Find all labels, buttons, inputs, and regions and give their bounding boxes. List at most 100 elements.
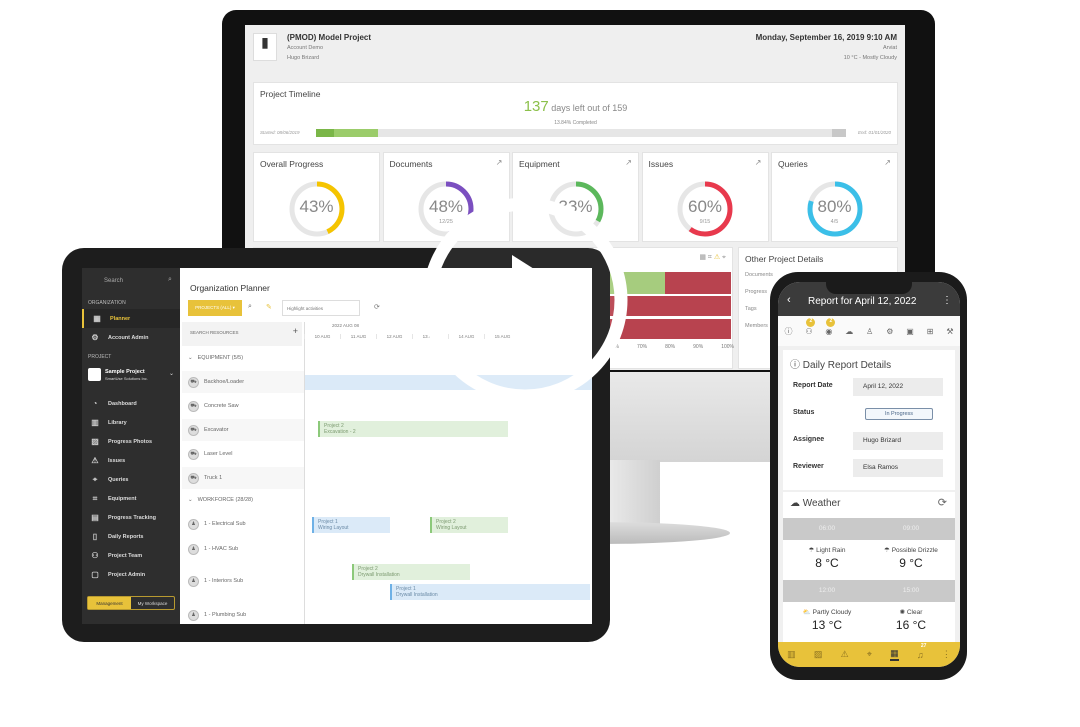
sidebar-item-project-admin[interactable]: ▢ Project Admin [82, 565, 180, 584]
gears-icon[interactable]: ⚙ [886, 327, 893, 336]
project-timeline-card: Project Timeline 137 days left out of 15… [253, 82, 898, 145]
weather-tab-icon[interactable]: ☁ [845, 327, 853, 336]
workforce-group-header[interactable]: ⌄ WORKFORCE (28/28) [182, 489, 304, 511]
person-icon[interactable]: ♙ [866, 327, 873, 336]
forecast-condition: Possible Drizzle [891, 547, 938, 554]
workforce-tab-icon[interactable]: ⚇ 2 [805, 317, 816, 336]
resource-row[interactable]: ⛟ Excavator [182, 419, 304, 441]
activity-bar[interactable]: Project 1 Drywall Installation [390, 584, 590, 600]
sidebar-item-planner[interactable]: ▦ Planner [82, 309, 180, 328]
tick-label: 80% [665, 344, 676, 350]
pin-icon[interactable]: ⌖ [867, 649, 872, 660]
sidebar-item-label: Daily Reports [108, 533, 144, 540]
resource-name: 1 - Interiors Sub [204, 578, 244, 584]
resource-row[interactable]: ♟ 1 - Electrical Sub [182, 513, 304, 535]
org-header: ORGANIZATION [88, 300, 126, 306]
add-icon[interactable]: + [293, 326, 298, 336]
management-button[interactable]: Management [88, 597, 131, 609]
sidebar-item-progress-tracking[interactable]: ▤ Progress Tracking [82, 508, 180, 527]
edit-icon[interactable]: ↗ [884, 158, 891, 167]
mode-toggle[interactable]: Management My Workspace [87, 596, 175, 610]
library-icon[interactable]: ▥ [787, 649, 796, 660]
notification-count: 27 [920, 642, 927, 649]
tracking-icon: ▤ [91, 513, 99, 522]
sidebar-item-library[interactable]: ▥ Library [82, 413, 180, 432]
weather-title: Weather [802, 498, 841, 509]
lock-icon: ▢ [91, 570, 99, 579]
edit-icon[interactable]: ↗ [625, 158, 632, 167]
resource-row[interactable]: ⛟ Concrete Saw [182, 395, 304, 417]
projects-filter-button[interactable]: PROJECTS (ALL) ▾ [188, 300, 242, 316]
calendar-icon[interactable]: ▦ [890, 648, 899, 661]
more-icon[interactable]: ⋮ [942, 649, 951, 660]
field-value[interactable]: Hugo Brizard [853, 432, 943, 450]
highlight-activities-input[interactable] [282, 300, 360, 316]
search-icon[interactable]: ⌕ [248, 303, 252, 311]
resource-row[interactable]: ⛟ Truck 1 [182, 467, 304, 489]
resource-row[interactable]: ⛟ Laser Level [182, 443, 304, 465]
status-badge[interactable]: In Progress [865, 408, 933, 420]
badge-icon[interactable]: ▣ [906, 327, 914, 336]
more-icon[interactable]: ⋮ [942, 295, 952, 306]
sidebar-item-equipment[interactable]: ⌗ Equipment [82, 489, 180, 508]
worker-icon[interactable]: ⚒ [946, 327, 953, 336]
edit-icon[interactable]: ↗ [755, 158, 762, 167]
bottom-nav[interactable]: ▥ ▨ ⚠ ⌖ ▦ ♫ 27 ⋮ [778, 642, 960, 667]
stat-card: Overall Progress 43% [253, 152, 380, 242]
bell-icon[interactable]: ♫ 27 [917, 643, 927, 660]
warning-icon[interactable]: ⚠ [841, 649, 849, 660]
equipment-group-header[interactable]: ⌄ EQUIPMENT (5/5) [182, 347, 304, 369]
person-icon: ♟ [188, 609, 199, 621]
sidebar-item-queries[interactable]: ⌖ Queries [82, 470, 180, 489]
activity-bar[interactable]: Project 2 Drywall Installation [352, 564, 470, 580]
sidebar-item-dashboard[interactable]: ◔ Dashboard [82, 394, 180, 413]
photo-icon: ▨ [91, 437, 99, 446]
equipment-icon: ⛟ [188, 376, 199, 388]
scan-icon: ⌗ [92, 493, 98, 503]
resource-row[interactable]: ⛟ Backhoe/Loader [182, 371, 304, 393]
refresh-icon[interactable]: ⟳ [374, 303, 380, 311]
firstaid-icon[interactable]: ⊞ [927, 327, 934, 336]
field-value[interactable]: April 12, 2022 [853, 378, 943, 396]
my-workspace-button[interactable]: My Workspace [131, 597, 174, 609]
week-label: 2022 AUG 08 [332, 323, 360, 328]
section-tabs[interactable]: ⓘ ⚇ 2 ◉ 2 ☁ ♙ ⚙ ▣ ⊞ ⚒ [778, 316, 960, 346]
bar-task: Wiring Layout [436, 525, 467, 531]
sidebar-item-account-admin[interactable]: ⚙ Account Admin [82, 328, 180, 347]
back-icon[interactable]: ‹ [787, 294, 791, 306]
play-button[interactable] [400, 178, 650, 428]
daily-report-screen: ‹ Report for April 12, 2022 ⋮ ⓘ ⚇ 2 ◉ 2 ☁ ♙… [778, 282, 960, 667]
sidebar-item-project-team[interactable]: ⚇ Project Team [82, 546, 180, 565]
field-value[interactable]: Elsa Ramos [853, 459, 943, 477]
visitors-tab-icon[interactable]: ◉ 2 [825, 317, 836, 336]
info-icon[interactable]: ⓘ [784, 326, 792, 337]
sidebar-item-daily-reports[interactable]: ▯ Daily Reports [82, 527, 180, 546]
activity-bar[interactable]: Project 1 Wiring Layout [312, 517, 390, 533]
days-text: days left out of 159 [551, 103, 628, 113]
photo-icon[interactable]: ▨ [814, 649, 823, 660]
search-resources-label: SEARCH RESOURCES [190, 330, 239, 335]
sidebar-item-label: Project Team [108, 552, 143, 559]
weather-summary: 10 °C - Mostly Cloudy [843, 55, 897, 61]
chart-toolbar-icons[interactable]: ▦ ⌗ ⚠ ⌖ [699, 253, 726, 262]
activity-bar[interactable]: Project 2 Wiring Layout [430, 517, 508, 533]
project-selector[interactable]: Sample Project SmartUse Solutions Inc. ⌄ [88, 366, 174, 386]
resource-row[interactable]: ♟ 1 - Interiors Sub [182, 570, 304, 592]
resource-row[interactable]: ♟ 1 - Plumbing Sub [182, 604, 304, 624]
search-icon[interactable]: ⌕ [168, 276, 172, 284]
resource-name: Laser Level [204, 451, 233, 457]
forecast-condition: Clear [906, 609, 923, 616]
sidebar-item-progress-photos[interactable]: ▨ Progress Photos [82, 432, 180, 451]
edit-icon[interactable]: ↗ [496, 158, 503, 167]
sidebar-search[interactable]: Search [104, 278, 123, 284]
start-date: Started: 08/06/2019 [260, 130, 300, 135]
resource-name: 1 - HVAC Sub [204, 546, 239, 552]
resource-row[interactable]: ♟ 1 - HVAC Sub [182, 538, 304, 560]
tick-label: 100% [721, 344, 734, 350]
search-resources[interactable]: SEARCH RESOURCES + [182, 322, 302, 346]
card-count: 9/15 [699, 219, 711, 225]
card-title: Issues [648, 159, 674, 169]
refresh-icon[interactable]: ⟳ [938, 496, 947, 509]
highlighter-icon[interactable]: ✎ [266, 303, 272, 311]
sidebar-item-issues[interactable]: ⚠ Issues [82, 451, 180, 470]
